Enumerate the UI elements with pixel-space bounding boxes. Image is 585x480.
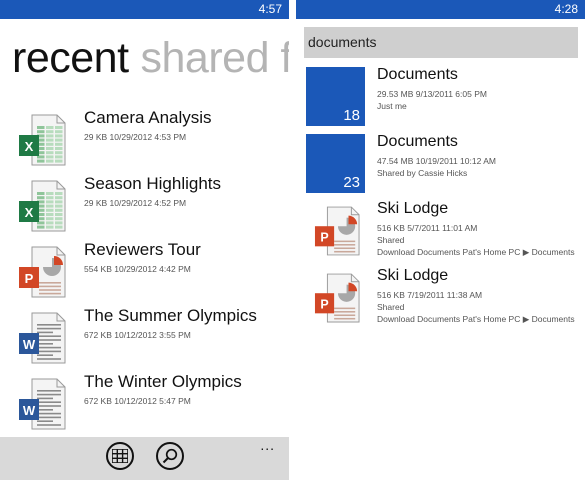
folder-tile: 18 (306, 67, 365, 126)
excel-file-icon: X (18, 180, 66, 232)
file-meta: 29 KB 10/29/2012 4:52 PM (84, 198, 186, 208)
result-sharing: Shared (377, 235, 405, 245)
folder-result-item[interactable]: 23 Documents 47.54 MB 10/19/2011 10:12 AM S… (296, 133, 585, 200)
word-file-icon: W (18, 312, 66, 364)
result-size: 516 KB (377, 290, 405, 300)
file-name: Camera Analysis (84, 108, 212, 127)
folder-item-count: 23 (343, 174, 360, 191)
result-size: 29.53 MB (377, 89, 414, 99)
result-meta: 29.53 MB 9/13/2011 6:05 PM (377, 89, 487, 99)
result-meta: 47.54 MB 10/19/2011 10:12 AM (377, 156, 496, 166)
status-bar: 4:28 (296, 0, 585, 19)
svg-text:X: X (25, 139, 34, 154)
result-location: Download Documents Pat's Home PC ▶ Docum… (377, 314, 575, 324)
result-size: 516 KB (377, 223, 405, 233)
file-meta: 672 KB 10/12/2012 5:47 PM (84, 396, 191, 406)
screen-divider (289, 0, 296, 480)
file-date: 10/12/2012 5:47 PM (114, 396, 191, 406)
status-clock: 4:57 (258, 2, 282, 16)
powerpoint-file-icon: P (18, 246, 66, 298)
folder-item-count: 18 (343, 107, 360, 124)
list-view-button[interactable] (106, 442, 134, 470)
file-meta: 672 KB 10/12/2012 3:55 PM (84, 330, 191, 340)
file-meta: 29 KB 10/29/2012 4:53 PM (84, 132, 186, 142)
file-date: 10/29/2012 4:53 PM (109, 132, 187, 142)
search-icon (162, 448, 178, 464)
svg-text:P: P (320, 298, 328, 312)
pivot-tab-shared[interactable]: shared f (141, 34, 289, 82)
powerpoint-file-icon: P (314, 272, 360, 324)
result-meta: 516 KB 7/19/2011 11:38 AM (377, 290, 482, 300)
result-location: Download Documents Pat's Home PC ▶ Docum… (377, 247, 575, 257)
result-date: 5/7/2011 11:01 AM (407, 223, 478, 233)
status-bar: 4:57 (0, 0, 289, 19)
file-name: The Summer Olympics (84, 306, 257, 325)
file-name: Season Highlights (84, 174, 222, 193)
result-date: 7/19/2011 11:38 AM (407, 290, 483, 300)
search-query: documents (308, 34, 377, 50)
recent-file-item[interactable]: X Season Highlights 29 KB 10/29/2012 4:52 … (0, 174, 289, 240)
result-sharing: Shared by Cassie Hicks (377, 168, 468, 178)
file-name: Reviewers Tour (84, 240, 201, 259)
excel-file-icon: X (18, 114, 66, 166)
file-size: 554 KB (84, 264, 112, 274)
status-clock: 4:28 (554, 2, 578, 16)
file-size: 29 KB (84, 132, 108, 142)
file-result-item[interactable]: P Ski Lodge 516 KB 7/19/2011 11:38 AM Share… (296, 267, 585, 334)
search-results-screen: 4:28 documents 18 Documents 29.53 MB 9/13/… (296, 0, 585, 480)
file-result-item[interactable]: P Ski Lodge 516 KB 5/7/2011 11:01 AM Shared… (296, 200, 585, 267)
file-name: The Winter Olympics (84, 372, 242, 391)
file-date: 10/29/2012 4:52 PM (109, 198, 187, 208)
result-date: 9/13/2011 6:05 PM (415, 89, 487, 99)
result-name: Documents (377, 66, 458, 83)
svg-text:X: X (25, 205, 34, 220)
more-options-button[interactable]: ... (260, 437, 275, 453)
file-date: 10/29/2012 4:42 PM (114, 264, 191, 274)
result-meta: 516 KB 5/7/2011 11:01 AM (377, 223, 477, 233)
recent-file-item[interactable]: P Reviewers Tour 554 KB 10/29/2012 4:42 PM (0, 240, 289, 306)
word-file-icon: W (18, 378, 66, 430)
svg-text:W: W (23, 403, 36, 418)
result-size: 47.54 MB (377, 156, 414, 166)
powerpoint-file-icon: P (314, 205, 360, 257)
list-icon (112, 449, 128, 463)
file-date: 10/12/2012 3:55 PM (114, 330, 191, 340)
result-date: 10/19/2011 10:12 AM (415, 156, 496, 166)
result-name: Ski Lodge (377, 200, 449, 217)
file-size: 672 KB (84, 330, 112, 340)
recent-file-item[interactable]: X Camera Analysis 29 KB 10/29/2012 4:53 PM (0, 108, 289, 174)
search-input[interactable]: documents (304, 27, 578, 58)
folder-tile: 23 (306, 134, 365, 193)
search-button[interactable] (156, 442, 184, 470)
result-sharing: Just me (377, 101, 407, 111)
svg-text:W: W (23, 337, 36, 352)
file-size: 29 KB (84, 198, 108, 208)
recent-screen: 4:57 recent shared f X Camera Analysis 29 K… (0, 0, 289, 480)
svg-text:P: P (25, 271, 34, 286)
result-sharing: Shared (377, 302, 405, 312)
pivot-tab-recent[interactable]: recent (12, 34, 129, 82)
svg-text:P: P (320, 231, 328, 245)
result-name: Documents (377, 133, 458, 150)
recent-file-item[interactable]: W The Summer Olympics 672 KB 10/12/2012 3:… (0, 306, 289, 372)
file-meta: 554 KB 10/29/2012 4:42 PM (84, 264, 191, 274)
folder-result-item[interactable]: 18 Documents 29.53 MB 9/13/2011 6:05 PM Jus… (296, 66, 585, 133)
pivot-header: recent shared f (12, 34, 289, 83)
result-name: Ski Lodge (377, 267, 449, 284)
app-bar: ... (0, 437, 289, 480)
recent-file-item[interactable]: W The Winter Olympics 672 KB 10/12/2012 5:… (0, 372, 289, 438)
file-size: 672 KB (84, 396, 112, 406)
